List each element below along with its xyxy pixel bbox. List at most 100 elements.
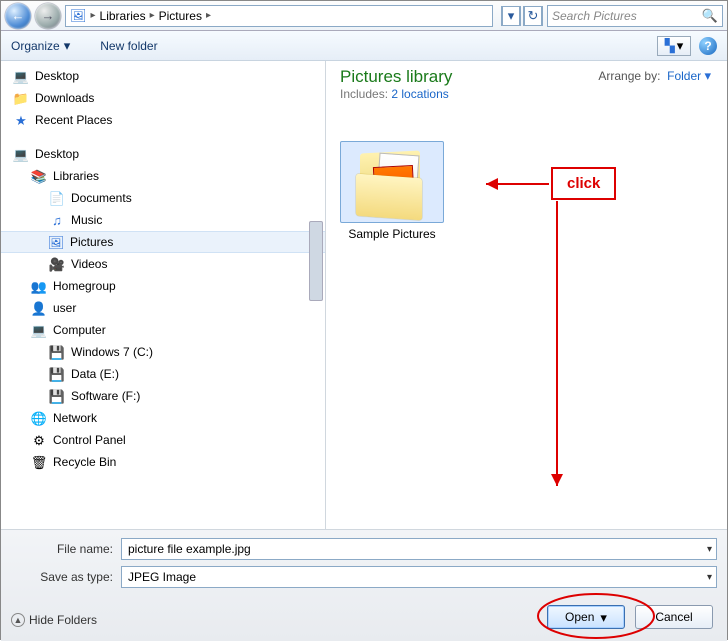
crumb-pictures[interactable]: Pictures [159,9,202,23]
cancel-button[interactable]: Cancel [635,605,713,629]
new-folder-label: New folder [100,39,157,53]
address-bar: ← → 🖼 ▸ Libraries ▸ Pictures ▸ ▾ ↻ Searc… [1,1,727,31]
libraries-icon: 📚 [31,168,47,184]
save-type-label: Save as type: [11,570,121,584]
main-area: 💻 Desktop 📁 Downloads ★ Recent Places 💻 … [1,61,727,529]
search-input[interactable]: Search Pictures 🔍 [547,5,723,27]
tree-item-label: Homegroup [53,279,116,293]
file-name-field[interactable]: picture file example.jpg ▾ [121,538,717,560]
chevron-right-icon: ▸ [91,10,96,21]
pictures-icon: 🖼 [48,234,64,250]
chevron-down-icon: ▾ [704,68,711,83]
music-icon: ♫ [49,212,65,228]
chevron-down-icon: ▾ [707,572,712,583]
file-name-value: picture file example.jpg [128,542,251,556]
crumb-libraries[interactable]: Libraries [100,9,146,23]
search-icon: 🔍 [702,9,718,22]
tree-item-desktop[interactable]: 💻 Desktop [1,65,325,87]
tree-item-label: Desktop [35,147,79,161]
tree-item-label: Recent Places [35,113,112,127]
save-type-field[interactable]: JPEG Image ▾ [121,566,717,588]
thumbnails-icon: ▚ [665,39,675,52]
tree-item-libraries[interactable]: 📚 Libraries [1,165,325,187]
tree-item-recent[interactable]: ★ Recent Places [1,109,325,131]
dropdown-button[interactable]: ▾ [501,6,521,26]
tree-item-music[interactable]: ♫ Music [1,209,325,231]
tree-item-homegroup[interactable]: 👥 Homegroup [1,275,325,297]
drive-icon: 💾 [49,344,65,360]
tree-item-label: Videos [71,257,107,271]
doc-icon: 📄 [49,190,65,206]
library-subtitle: Includes: 2 locations [340,87,713,101]
cancel-label: Cancel [655,610,692,624]
folder-label: Sample Pictures [340,227,444,241]
tree-item-label: Software (F:) [71,389,140,403]
tree-item-label: Computer [53,323,106,337]
tree-item-videos[interactable]: 🎥 Videos [1,253,325,275]
includes-link[interactable]: 2 locations [391,87,448,101]
chevron-right-icon: ▸ [150,10,155,21]
hide-folders-label: Hide Folders [29,613,97,627]
tree-item-recycle[interactable]: 🗑 Recycle Bin [1,451,325,473]
refresh-button[interactable]: ↻ [523,6,543,26]
tree-item-label: Windows 7 (C:) [71,345,153,359]
tree-item-drive-e[interactable]: 💾 Data (E:) [1,363,325,385]
network-icon: 🌐 [31,410,47,426]
new-folder-button[interactable]: New folder [100,39,157,53]
tree-item-user[interactable]: 👤 user [1,297,325,319]
bottom-panel: File name: picture file example.jpg ▾ Sa… [1,529,727,641]
navigation-tree[interactable]: 💻 Desktop 📁 Downloads ★ Recent Places 💻 … [1,61,326,529]
tree-item-label: Downloads [35,91,94,105]
tree-item-downloads[interactable]: 📁 Downloads [1,87,325,109]
chevron-right-icon: ▸ [206,10,211,21]
chevron-up-icon: ▲ [11,613,25,627]
recent-icon: ★ [13,112,29,128]
tree-item-network[interactable]: 🌐 Network [1,407,325,429]
chevron-down-icon: ▾ [677,39,684,52]
chevron-down-icon: ▾ [64,39,71,52]
refresh-icon: ↻ [524,6,542,26]
user-icon: 👤 [31,300,47,316]
tree-item-drive-f[interactable]: 💾 Software (F:) [1,385,325,407]
file-name-label: File name: [11,542,121,556]
tree-item-drive-c[interactable]: 💾 Windows 7 (C:) [1,341,325,363]
tree-item-computer[interactable]: 💻 Computer [1,319,325,341]
back-button[interactable]: ← [5,3,31,29]
tree-item-desktop-root[interactable]: 💻 Desktop [1,143,325,165]
forward-button[interactable]: → [35,3,61,29]
help-button[interactable]: ? [699,37,717,55]
tree-item-label: Recycle Bin [53,455,116,469]
folder-sample-pictures[interactable]: Sample Pictures [340,141,444,241]
breadcrumb[interactable]: 🖼 ▸ Libraries ▸ Pictures ▸ [65,5,493,27]
tree-item-documents[interactable]: 📄 Documents [1,187,325,209]
organize-label: Organize [11,39,60,53]
arrange-value: Folder [667,69,701,83]
drive-icon: 💾 [49,366,65,382]
search-placeholder: Search Pictures [552,9,702,23]
tree-item-label: Pictures [70,235,113,249]
tree-item-label: Network [53,411,97,425]
arrow-right-icon: → [42,9,55,22]
path-buttons: ▾ ↻ [501,6,543,26]
tree-item-label: Desktop [35,69,79,83]
help-icon: ? [704,39,711,53]
tree-item-controlpanel[interactable]: ⚙ Control Panel [1,429,325,451]
tree-item-pictures[interactable]: 🖼 Pictures [1,231,325,253]
open-label: Open [565,610,594,624]
arrange-by[interactable]: Arrange by: Folder ▾ [598,69,711,83]
scrollbar-thumb[interactable] [309,221,323,301]
tree-item-label: Control Panel [53,433,126,447]
view-button[interactable]: ▚ ▾ [657,36,691,56]
save-type-value: JPEG Image [128,570,196,584]
drive-icon: 💾 [49,388,65,404]
split-chevron-icon: ▾ [600,611,607,624]
tree-item-label: Documents [71,191,132,205]
hide-folders-button[interactable]: ▲ Hide Folders [11,613,97,627]
organize-button[interactable]: Organize ▾ [11,39,70,53]
tree-item-label: Libraries [53,169,99,183]
tree-item-label: Music [71,213,102,227]
video-icon: 🎥 [49,256,65,272]
open-button[interactable]: Open ▾ [547,605,625,629]
arrange-label: Arrange by: [598,69,660,83]
pictures-icon: 🖼 [70,9,87,22]
